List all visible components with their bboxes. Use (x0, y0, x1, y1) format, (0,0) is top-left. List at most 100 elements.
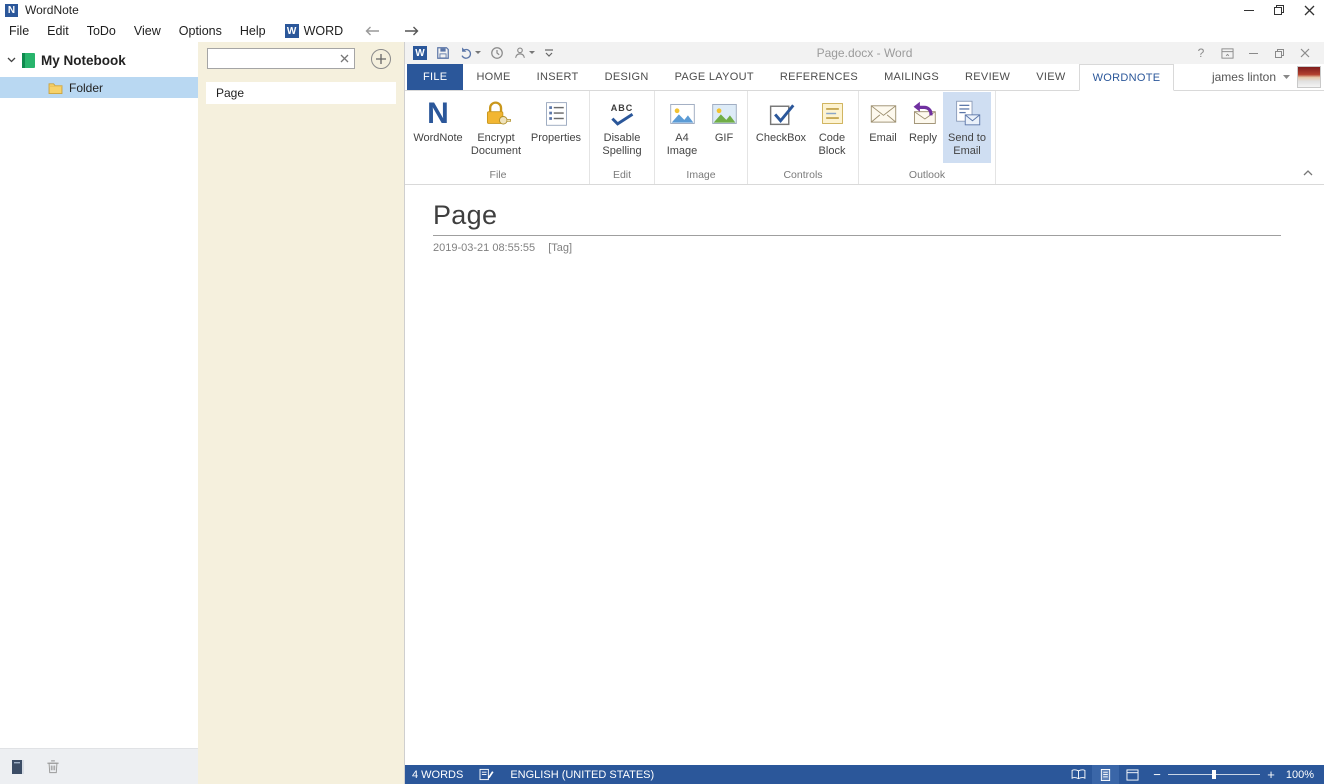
word-restore-button[interactable] (1266, 43, 1292, 63)
word-logo-icon: W (413, 46, 427, 60)
wordnote-button[interactable]: N WordNote (411, 92, 465, 163)
word-close-button[interactable] (1292, 43, 1318, 63)
tab-home[interactable]: HOME (463, 64, 523, 90)
menu-todo[interactable]: ToDo (78, 20, 125, 42)
lock-icon (482, 99, 511, 128)
button-label: WordNote (413, 132, 462, 145)
checkbox-button[interactable]: CheckBox (752, 92, 810, 163)
button-label: Email (869, 132, 897, 145)
proofing-icon (479, 768, 494, 781)
notebooks-view-button[interactable] (10, 759, 26, 775)
collapse-ribbon-button[interactable] (1300, 166, 1316, 180)
email-button[interactable]: Email (863, 92, 903, 163)
search-row (198, 42, 404, 69)
zoom-slider-thumb[interactable] (1212, 770, 1216, 779)
tab-mailings[interactable]: MAILINGS (871, 64, 952, 90)
menu-word-toggle[interactable]: W WORD (275, 20, 354, 42)
button-label: A4 Image (659, 132, 705, 157)
tab-design[interactable]: DESIGN (592, 64, 662, 90)
gif-button[interactable]: GIF (705, 92, 743, 163)
notebook-label: My Notebook (41, 53, 126, 68)
search-input[interactable] (207, 48, 355, 69)
group-label-edit: Edit (594, 167, 650, 184)
language-button[interactable]: ENGLISH (UNITED STATES) (502, 765, 662, 784)
menu-word-label: WORD (304, 24, 344, 38)
send-to-email-button[interactable]: Send to Email (943, 92, 991, 163)
sidebar-item-notebook[interactable]: My Notebook (0, 49, 198, 71)
customize-qat-button[interactable] (544, 49, 554, 58)
list-item-page[interactable]: Page (206, 82, 396, 104)
word-titlebar: Page.docx - Word W (405, 42, 1324, 64)
help-button[interactable]: ? (1188, 43, 1214, 63)
sidebar-item-folder[interactable]: Folder (0, 77, 198, 98)
zoom-level[interactable]: 100% (1282, 769, 1324, 781)
tab-review[interactable]: REVIEW (952, 64, 1023, 90)
button-label: Code Block (810, 132, 854, 157)
folder-label: Folder (69, 81, 103, 95)
document-area[interactable]: Page 2019-03-21 08:55:55 [Tag] (405, 185, 1324, 765)
menu-view[interactable]: View (125, 20, 170, 42)
checkbox-icon (767, 99, 796, 128)
read-mode-icon (1071, 769, 1086, 780)
restore-icon (1274, 5, 1284, 15)
account-menu[interactable]: james linton (1212, 64, 1321, 90)
print-layout-button[interactable] (1092, 765, 1119, 784)
close-button[interactable] (1294, 0, 1324, 20)
read-mode-button[interactable] (1065, 765, 1092, 784)
tab-references[interactable]: REFERENCES (767, 64, 871, 90)
zoom-slider[interactable] (1168, 765, 1260, 784)
tab-wordnote[interactable]: WORDNOTE (1079, 64, 1175, 91)
menu-options[interactable]: Options (170, 20, 231, 42)
person-icon (513, 46, 527, 60)
button-label: Encrypt Document (465, 132, 527, 157)
zoom-out-button[interactable]: − (1146, 765, 1168, 784)
wordnote-icon: N (427, 99, 449, 129)
timer-button[interactable] (490, 46, 504, 60)
back-button[interactable] (353, 20, 392, 42)
ribbon-display-options-button[interactable] (1214, 43, 1240, 63)
user-name: james linton (1212, 70, 1276, 84)
group-label-image: Image (659, 167, 743, 184)
web-layout-button[interactable] (1119, 765, 1146, 784)
tab-view[interactable]: VIEW (1023, 64, 1078, 90)
sidebar-bottom-toolbar (0, 748, 198, 784)
tab-file[interactable]: FILE (407, 64, 463, 90)
tab-insert[interactable]: INSERT (524, 64, 592, 90)
forward-button[interactable] (392, 20, 431, 42)
language-label: ENGLISH (UNITED STATES) (510, 769, 654, 781)
clear-search-button[interactable] (337, 51, 352, 66)
minimize-icon (1244, 10, 1254, 11)
button-label: Reply (909, 132, 937, 145)
code-block-button[interactable]: Code Block (810, 92, 854, 163)
add-page-button[interactable] (371, 49, 391, 69)
properties-button[interactable]: Properties (527, 92, 585, 163)
menu-help[interactable]: Help (231, 20, 275, 42)
document-title[interactable]: Page (433, 201, 1324, 231)
customize-toolbar-icon (544, 49, 554, 58)
save-button[interactable] (436, 46, 450, 60)
word-minimize-button[interactable] (1240, 43, 1266, 63)
document-tag[interactable]: [Tag] (548, 242, 572, 254)
button-label: CheckBox (756, 132, 806, 145)
button-label: Send to Email (943, 132, 991, 157)
undo-button[interactable] (459, 46, 481, 60)
trash-button[interactable] (46, 759, 60, 774)
disable-spelling-button[interactable]: ABC Disable Spelling (594, 92, 650, 163)
arrow-left-icon (365, 26, 380, 36)
app-title: WordNote (25, 3, 79, 17)
menu-file[interactable]: File (0, 20, 38, 42)
notebook-icon (10, 759, 26, 775)
button-label: Properties (531, 132, 581, 145)
proofing-status-button[interactable] (471, 765, 502, 784)
zoom-in-button[interactable]: + (1260, 765, 1282, 784)
a4-image-button[interactable]: A4 Image (659, 92, 705, 163)
minimize-button[interactable] (1234, 0, 1264, 20)
word-count-button[interactable]: 4 WORDS (405, 765, 471, 784)
chevron-down-icon (1283, 75, 1290, 80)
tab-page-layout[interactable]: PAGE LAYOUT (662, 64, 767, 90)
reply-button[interactable]: Reply (903, 92, 943, 163)
restore-button[interactable] (1264, 0, 1294, 20)
menu-edit[interactable]: Edit (38, 20, 78, 42)
touch-mode-button[interactable] (513, 46, 535, 60)
encrypt-document-button[interactable]: Encrypt Document (465, 92, 527, 163)
